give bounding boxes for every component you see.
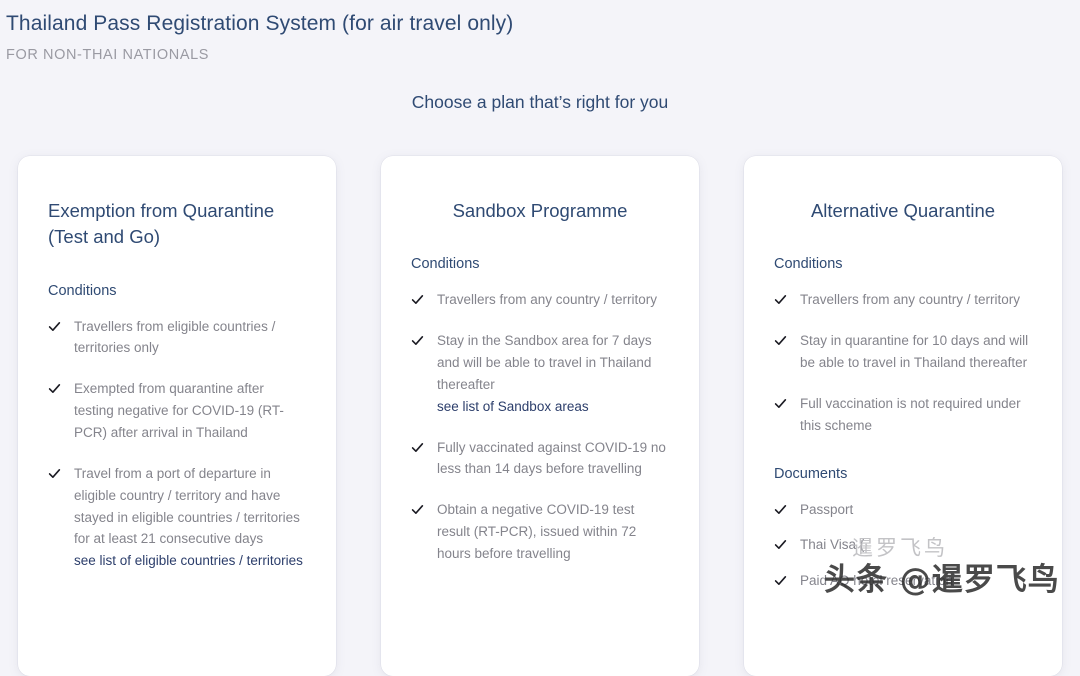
- list-item: Exempted from quarantine after testing n…: [48, 378, 306, 444]
- plan-card-grid: Exemption from Quarantine (Test and Go) …: [0, 156, 1080, 676]
- list-item: Stay in the Sandbox area for 7 days and …: [411, 330, 669, 417]
- check-icon: [48, 467, 61, 480]
- conditions-heading: Conditions: [411, 256, 480, 273]
- plan-card-sandbox[interactable]: Sandbox Programme Conditions Travellers …: [381, 156, 699, 676]
- list-item-text: Travellers from any country / territory: [800, 292, 1021, 308]
- list-item: Paid AQ hotel reservation: [774, 570, 1032, 592]
- conditions-heading: Conditions: [48, 282, 117, 299]
- list-item: Travellers from any country / territory: [411, 289, 669, 311]
- list-item-text: Travel from a port of departure in eligi…: [74, 463, 306, 572]
- sandbox-areas-link[interactable]: see list of Sandbox areas: [437, 396, 669, 418]
- list-item-body: Travel from a port of departure in eligi…: [74, 465, 300, 547]
- check-icon: [411, 293, 424, 306]
- list-item: Passport: [774, 499, 1032, 521]
- conditions-list: Travellers from any country / territory …: [411, 289, 669, 565]
- check-icon: [774, 503, 787, 516]
- list-item: Travellers from any country / territory: [774, 289, 1032, 311]
- documents-heading: Documents: [774, 465, 848, 482]
- list-item: Travellers from eligible countries / ter…: [48, 316, 306, 360]
- card-title: Exemption from Quarantine (Test and Go): [48, 200, 275, 248]
- list-item: Obtain a negative COVID-19 test result (…: [411, 499, 669, 565]
- list-item: Fully vaccinated against COVID-19 no les…: [411, 437, 669, 481]
- check-icon: [774, 397, 787, 410]
- card-title: Sandbox Programme: [452, 200, 628, 221]
- list-item-text: Travellers from any country / territory: [437, 292, 658, 308]
- plan-card-test-and-go[interactable]: Exemption from Quarantine (Test and Go) …: [18, 156, 336, 676]
- page-header: Thailand Pass Registration System (for a…: [0, 0, 1080, 63]
- list-item-text: Fully vaccinated against COVID-19 no les…: [437, 439, 666, 477]
- check-icon: [48, 382, 61, 395]
- conditions-heading: Conditions: [774, 256, 843, 273]
- check-icon: [411, 441, 424, 454]
- list-item: Thai Visa (: [774, 534, 1032, 556]
- list-item: Stay in quarantine for 10 days and will …: [774, 330, 1032, 374]
- list-item-text: Stay in the Sandbox area for 7 days and …: [437, 330, 669, 417]
- check-icon: [48, 320, 61, 333]
- list-item-text: Travellers from eligible countries / ter…: [74, 318, 276, 356]
- conditions-list: Travellers from eligible countries / ter…: [48, 316, 306, 573]
- plan-card-alternative-quarantine[interactable]: Alternative Quarantine Conditions Travel…: [744, 156, 1062, 676]
- check-icon: [774, 334, 787, 347]
- list-item-text: Full vaccination is not required under t…: [800, 395, 1021, 433]
- choose-plan-heading: Choose a plan that’s right for you: [411, 92, 669, 113]
- check-icon: [774, 293, 787, 306]
- card-title: Alternative Quarantine: [810, 200, 996, 221]
- list-item: Travel from a port of departure in eligi…: [48, 463, 306, 572]
- list-item-text: Thai Visa (: [800, 537, 865, 553]
- page-subtitle: FOR NON-THAI NATIONALS: [6, 47, 210, 64]
- check-icon: [411, 503, 424, 516]
- list-item: Full vaccination is not required under t…: [774, 393, 1032, 437]
- list-item-text: Exempted from quarantine after testing n…: [74, 381, 284, 440]
- documents-list: Passport Thai Visa ( Paid AQ hotel reser…: [774, 499, 1032, 593]
- list-item-body: Stay in the Sandbox area for 7 days and …: [437, 333, 652, 392]
- list-item-text: Obtain a negative COVID-19 test result (…: [437, 502, 637, 561]
- check-icon: [774, 538, 787, 551]
- conditions-list: Travellers from any country / territory …: [774, 289, 1032, 436]
- check-icon: [411, 334, 424, 347]
- check-icon: [774, 574, 787, 587]
- list-item-text: Passport: [800, 501, 854, 517]
- eligible-countries-link[interactable]: see list of eligible countries / territo…: [74, 550, 306, 572]
- page-title: Thailand Pass Registration System (for a…: [6, 12, 514, 35]
- list-item-text: Paid AQ hotel reservation: [800, 573, 954, 589]
- list-item-text: Stay in quarantine for 10 days and will …: [800, 333, 1029, 370]
